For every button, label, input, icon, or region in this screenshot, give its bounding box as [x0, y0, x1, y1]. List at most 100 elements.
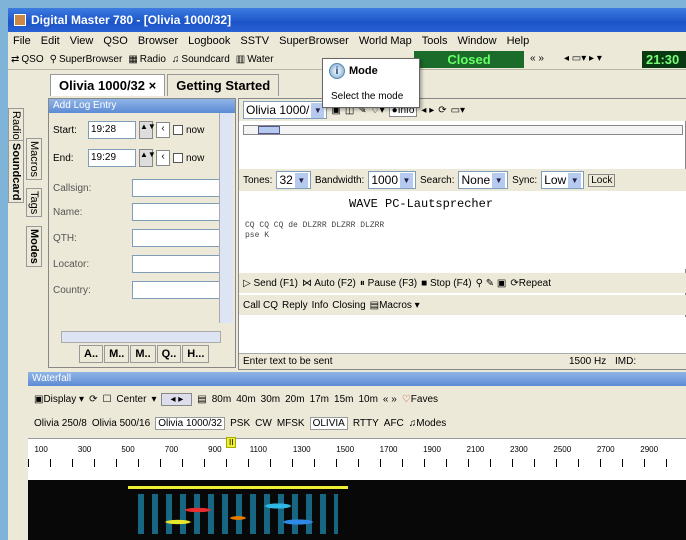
- transmit-area[interactable]: [239, 317, 686, 353]
- refresh-icon[interactable]: ⟳: [438, 105, 446, 116]
- end-time-field[interactable]: 19:29: [88, 149, 136, 167]
- log-tab-4[interactable]: Q..: [156, 345, 182, 363]
- menu-superbrowser[interactable]: SuperBrowser: [274, 35, 354, 47]
- callcq-button[interactable]: Call CQ: [243, 300, 278, 311]
- misc-tools-icon[interactable]: ⚲ ✎ ▣: [476, 278, 507, 289]
- level-slider[interactable]: [243, 125, 683, 135]
- tab-getting-started[interactable]: Getting Started: [167, 74, 280, 96]
- name-field[interactable]: [132, 203, 220, 221]
- log-scrollbar[interactable]: [219, 113, 233, 323]
- menu-qso[interactable]: QSO: [98, 35, 132, 47]
- close-icon[interactable]: ×: [149, 78, 157, 93]
- soundcard-icon: ♫: [171, 54, 180, 65]
- log-tab-1[interactable]: A..: [79, 345, 104, 363]
- menu-window[interactable]: Window: [452, 35, 501, 47]
- slider-thumb[interactable]: [258, 126, 280, 134]
- layout-icon[interactable]: ▭▾: [451, 105, 465, 116]
- menu-help[interactable]: Help: [502, 35, 535, 47]
- end-prev-button[interactable]: ‹: [156, 150, 170, 166]
- mode-afc[interactable]: AFC: [384, 418, 404, 429]
- start-spinner[interactable]: ▲▼: [139, 121, 156, 139]
- lock-button[interactable]: Lock: [588, 173, 616, 187]
- mode-psk[interactable]: PSK: [230, 418, 250, 429]
- end-now-checkbox[interactable]: [173, 153, 183, 163]
- nav-arrows-icon[interactable]: « »: [530, 53, 544, 64]
- waterfall-display[interactable]: [28, 480, 686, 540]
- callsign-field[interactable]: [132, 179, 220, 197]
- start-prev-button[interactable]: ‹: [156, 122, 170, 138]
- log-tab-3[interactable]: M..: [130, 345, 156, 363]
- display-button[interactable]: ▣Display ▾: [34, 394, 84, 405]
- band-20m[interactable]: 20m: [285, 394, 304, 405]
- waterfall-button[interactable]: ▥ Water: [233, 54, 277, 65]
- mode-mfsk[interactable]: MFSK: [277, 418, 305, 429]
- macros-menu-button[interactable]: ▤Macros ▾: [370, 300, 420, 311]
- auto-button[interactable]: ⋈ Auto (F2): [302, 278, 356, 289]
- receive-area[interactable]: WAVE PC-Lautsprecher CQ CQ CQ de DLZRR D…: [239, 191, 686, 269]
- start-now-checkbox[interactable]: [173, 125, 183, 135]
- menu-browser[interactable]: Browser: [133, 35, 183, 47]
- stop-button[interactable]: ■ Stop (F4): [421, 278, 472, 289]
- superbrowser-button[interactable]: ⚲ SuperBrowser: [47, 54, 126, 65]
- qso-button[interactable]: ⇄ QSO: [8, 54, 47, 65]
- frequency-scale[interactable]: II 100 300 500 700 900 1100 1300 1500 17…: [28, 437, 686, 480]
- mode-rtty[interactable]: RTTY: [353, 418, 379, 429]
- band-10m[interactable]: 10m: [358, 394, 377, 405]
- side-tab-radio[interactable]: Radio: [8, 108, 24, 143]
- nav-tools-icon[interactable]: ◂ ▭▾ ▸ ▾: [564, 53, 602, 64]
- menu-edit[interactable]: Edit: [36, 35, 65, 47]
- menu-worldmap[interactable]: World Map: [354, 35, 417, 47]
- nav-arrows-icon[interactable]: ◂ ▸: [421, 105, 434, 116]
- monitor-icon[interactable]: ▾: [151, 394, 156, 405]
- refresh-icon[interactable]: ⟳: [89, 394, 97, 405]
- search-select[interactable]: None ▼: [458, 171, 509, 189]
- band-30m[interactable]: 30m: [261, 394, 280, 405]
- shift-buttons[interactable]: ◂ ▸: [161, 392, 193, 406]
- log-tab-5[interactable]: H...: [182, 345, 210, 363]
- end-spinner[interactable]: ▲▼: [139, 149, 156, 167]
- band-nav-icon[interactable]: « »: [383, 394, 397, 405]
- mode-olivia-1000[interactable]: Olivia 1000/32: [155, 416, 226, 430]
- menu-view[interactable]: View: [65, 35, 99, 47]
- pause-button[interactable]: ⏸ Pause (F3): [360, 278, 417, 289]
- side-tab-soundcard[interactable]: Soundcard: [8, 140, 24, 204]
- band-80m[interactable]: 80m: [212, 394, 231, 405]
- mode-select[interactable]: Olivia 1000/▼: [243, 101, 328, 119]
- menu-logbook[interactable]: Logbook: [183, 35, 235, 47]
- faves-button[interactable]: ♡Faves: [402, 394, 438, 405]
- side-tab-tags[interactable]: Tags: [26, 188, 42, 218]
- closing-button[interactable]: Closing: [332, 300, 365, 311]
- menu-sstv[interactable]: SSTV: [235, 35, 274, 47]
- soundcard-button[interactable]: ♫ Soundcard: [169, 54, 233, 65]
- modes-button[interactable]: ♫Modes: [409, 418, 447, 429]
- tones-select[interactable]: 32 ▼: [276, 171, 311, 189]
- band-40m[interactable]: 40m: [236, 394, 255, 405]
- mode-olivia-500[interactable]: Olivia 500/16: [92, 418, 150, 429]
- mode-cw[interactable]: CW: [255, 418, 272, 429]
- log-hscrollbar[interactable]: [61, 331, 221, 343]
- mode-olivia-250[interactable]: Olivia 250/8: [34, 418, 87, 429]
- qth-field[interactable]: [132, 229, 220, 247]
- bandwidth-select[interactable]: 1000 ▼: [368, 171, 417, 189]
- mode-olivia[interactable]: OLIVIA: [309, 416, 348, 430]
- tuning-marker[interactable]: II: [226, 437, 237, 448]
- start-time-field[interactable]: 19:28: [88, 121, 136, 139]
- band-15m[interactable]: 15m: [334, 394, 353, 405]
- locator-field[interactable]: [132, 255, 220, 273]
- band-17m[interactable]: 17m: [310, 394, 329, 405]
- info-macro-button[interactable]: Info: [312, 300, 329, 311]
- sync-select[interactable]: Low ▼: [541, 171, 585, 189]
- side-tab-macros[interactable]: Macros: [26, 138, 42, 181]
- reply-button[interactable]: Reply: [282, 300, 308, 311]
- center-checkbox[interactable]: ☐: [102, 394, 111, 405]
- menu-tools[interactable]: Tools: [417, 35, 453, 47]
- repeat-button[interactable]: ⟳Repeat: [510, 278, 551, 289]
- send-button[interactable]: ▷ Send (F1): [243, 278, 298, 289]
- menu-file[interactable]: File: [8, 35, 36, 47]
- snapshot-icon[interactable]: ▤: [197, 394, 206, 405]
- country-field[interactable]: [132, 281, 220, 299]
- log-tab-2[interactable]: M..: [104, 345, 130, 363]
- side-tab-modes[interactable]: Modes: [26, 226, 42, 267]
- tab-olivia[interactable]: Olivia 1000/32 ×: [50, 74, 166, 96]
- radio-button[interactable]: ▦ Radio: [125, 54, 169, 65]
